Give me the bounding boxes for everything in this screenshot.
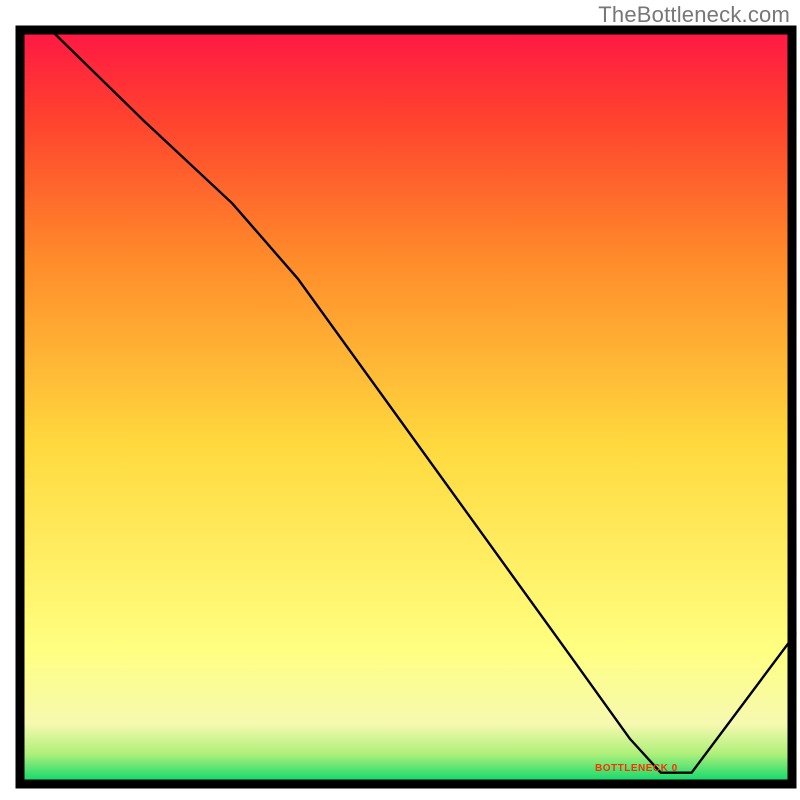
bottleneck-chart xyxy=(0,0,800,800)
bottleneck-label: BOTTLENECK 0 xyxy=(595,763,678,774)
chart-gradient-bg xyxy=(20,30,792,784)
